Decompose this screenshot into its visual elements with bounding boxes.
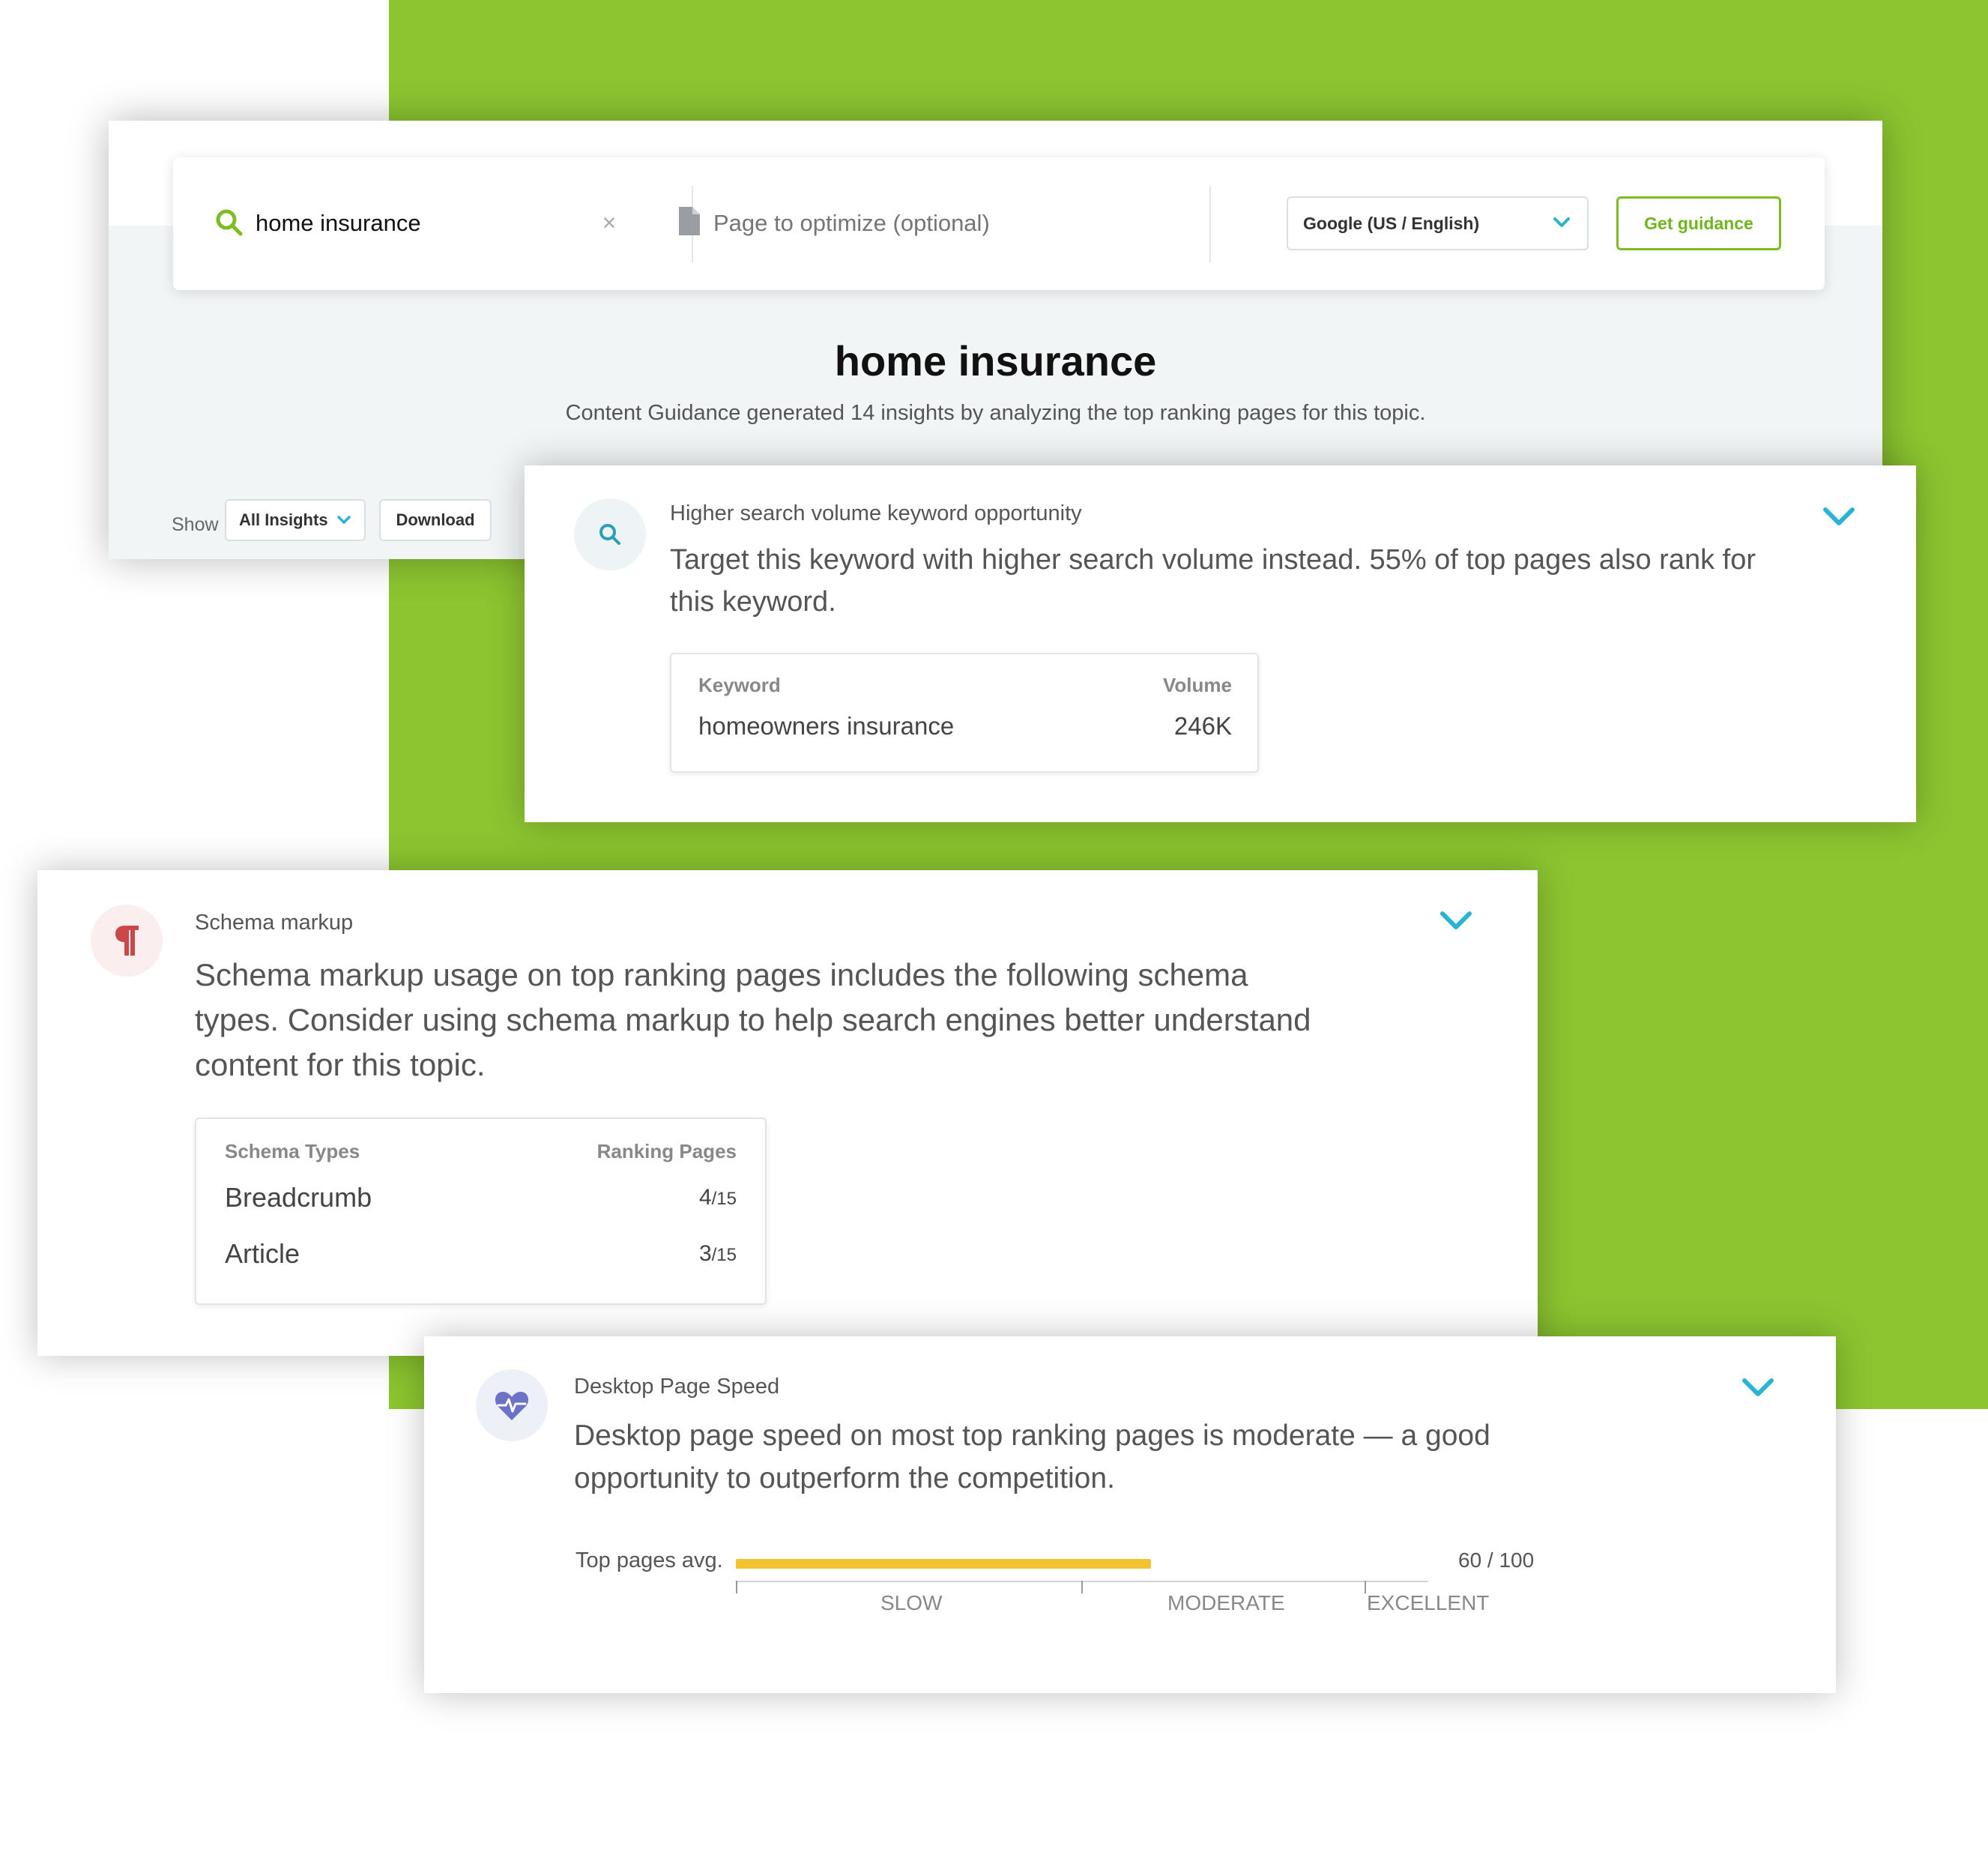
insight-card-schema: Schema markup Schema markup usage on top… bbox=[37, 870, 1538, 1356]
scale-tick bbox=[736, 1581, 737, 1593]
ranking-total: /15 bbox=[711, 1245, 737, 1265]
column-header-schema-types: Schema Types bbox=[225, 1140, 360, 1162]
insight-category: Schema markup bbox=[195, 911, 354, 935]
insight-icon-badge bbox=[574, 498, 646, 570]
insight-description: Schema markup usage on top ranking pages… bbox=[195, 953, 1311, 1088]
description-line: opportunity to outperform the competitio… bbox=[574, 1462, 1115, 1494]
paragraph-icon bbox=[115, 926, 139, 956]
scale-label-excellent: EXCELLENT bbox=[1367, 1591, 1490, 1614]
column-header-ranking-pages: Ranking Pages bbox=[596, 1140, 737, 1162]
scale-label-moderate: MODERATE bbox=[1167, 1591, 1285, 1614]
scale-tick bbox=[1365, 1581, 1366, 1593]
insights-filter-dropdown[interactable]: All Insights bbox=[225, 499, 366, 541]
insight-icon-badge bbox=[476, 1369, 548, 1441]
insight-category: Higher search volume keyword opportunity bbox=[670, 501, 1082, 525]
ranking-total: /15 bbox=[711, 1189, 737, 1209]
insight-description: Desktop page speed on most top ranking p… bbox=[574, 1414, 1490, 1500]
topic-title: home insurance bbox=[834, 337, 1157, 384]
insight-icon-badge bbox=[91, 905, 163, 977]
chevron-down-icon[interactable] bbox=[1741, 1378, 1774, 1399]
chevron-down-icon[interactable] bbox=[1822, 507, 1855, 528]
heartbeat-icon bbox=[495, 1392, 529, 1420]
column-header-volume: Volume bbox=[1163, 674, 1232, 696]
ranking-pages-cell: 4/15 bbox=[699, 1179, 737, 1220]
description-line: Schema markup usage on top ranking pages… bbox=[195, 957, 1248, 992]
ranking-count: 3 bbox=[698, 1241, 712, 1266]
speed-metric-label: Top pages avg. bbox=[575, 1548, 723, 1572]
chevron-down-icon bbox=[337, 516, 351, 524]
scale-tick bbox=[1081, 1581, 1083, 1593]
insight-description: Target this keyword with higher search v… bbox=[670, 539, 1756, 623]
schema-type-cell: Article bbox=[225, 1238, 300, 1269]
topic-summary: Content Guidance generated 14 insights b… bbox=[565, 401, 1426, 425]
insight-card-page-speed: Desktop Page Speed Desktop page speed on… bbox=[424, 1336, 1836, 1693]
ranking-pages-cell: 3/15 bbox=[699, 1235, 737, 1276]
search-engine-value: Google (US / English) bbox=[1303, 214, 1480, 233]
search-divider bbox=[1209, 186, 1211, 262]
schema-table: Schema Types Ranking Pages Breadcrumb 4/… bbox=[195, 1117, 767, 1305]
description-line: Target this keyword with higher search v… bbox=[670, 544, 1756, 576]
download-button[interactable]: Download bbox=[379, 499, 492, 541]
clear-keyword-button[interactable]: × bbox=[596, 208, 622, 237]
ranking-count: 4 bbox=[698, 1185, 712, 1210]
keyword-table: Keyword Volume homeowners insurance 246K bbox=[670, 653, 1259, 773]
description-line: Desktop page speed on most top ranking p… bbox=[574, 1420, 1490, 1452]
description-line: this keyword. bbox=[670, 586, 836, 618]
show-label: Show bbox=[172, 514, 219, 535]
description-line: content for this topic. bbox=[195, 1047, 486, 1082]
schema-type-cell: Breadcrumb bbox=[225, 1182, 372, 1213]
search-bar: × Google (US / English) Get guidance bbox=[173, 157, 1825, 290]
speed-score-bar bbox=[736, 1559, 1151, 1569]
search-icon bbox=[216, 209, 243, 236]
column-header-keyword: Keyword bbox=[698, 674, 781, 696]
chevron-down-icon[interactable] bbox=[1439, 911, 1472, 932]
filter-value: All Insights bbox=[239, 510, 328, 529]
keyword-cell: homeowners insurance bbox=[698, 712, 955, 740]
keyword-input[interactable] bbox=[256, 201, 585, 246]
description-line: types. Consider using schema markup to h… bbox=[195, 1002, 1311, 1037]
speed-score: 60 / 100 bbox=[1458, 1548, 1535, 1572]
insight-card-keyword: Higher search volume keyword opportunity… bbox=[525, 465, 1916, 822]
search-icon bbox=[599, 524, 620, 545]
scale-label-slow: SLOW bbox=[880, 1591, 943, 1614]
search-engine-select[interactable]: Google (US / English) bbox=[1287, 196, 1589, 250]
insight-category: Desktop Page Speed bbox=[574, 1375, 780, 1399]
volume-cell: 246K bbox=[1173, 712, 1232, 740]
document-icon bbox=[679, 207, 700, 235]
get-guidance-button[interactable]: Get guidance bbox=[1616, 196, 1781, 250]
chevron-down-icon bbox=[1553, 217, 1570, 227]
